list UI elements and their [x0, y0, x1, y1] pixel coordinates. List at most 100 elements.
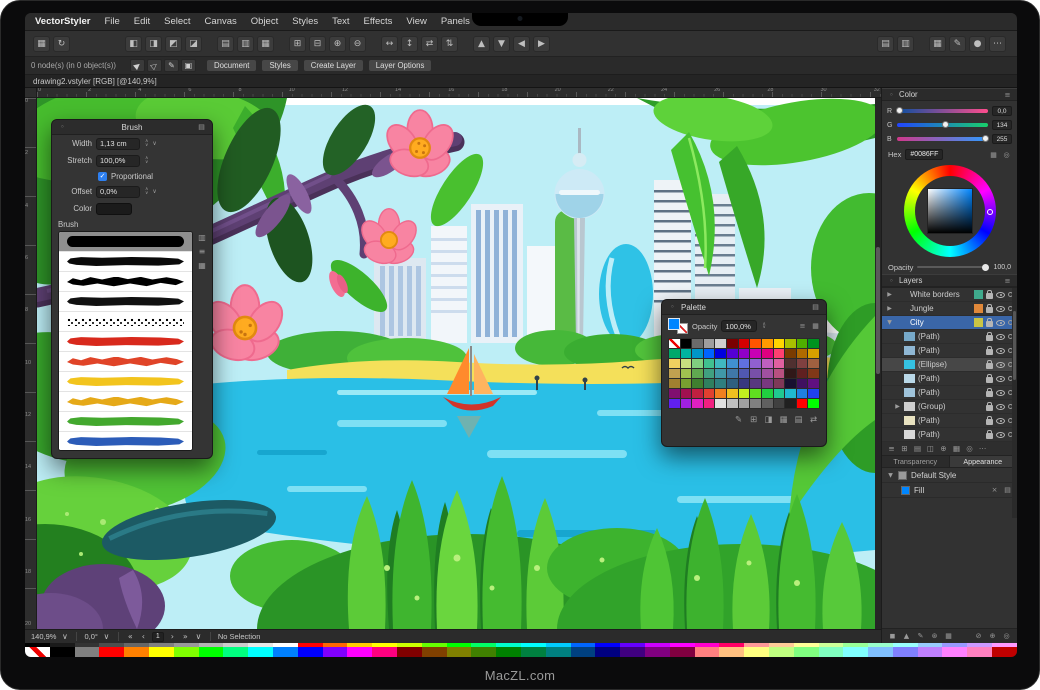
new-layer-icon[interactable]: ⊞ [900, 444, 909, 453]
lock-icon[interactable] [986, 293, 993, 299]
palette-opacity-input[interactable]: 100,0% [721, 320, 757, 332]
strip-swatch[interactable] [273, 647, 298, 657]
grid-view-icon[interactable]: ▦ [779, 415, 788, 425]
palette-swatch[interactable] [681, 339, 692, 348]
palette-swatch[interactable] [715, 399, 726, 408]
offset-input[interactable]: 0,0% [96, 186, 140, 198]
palette-swatch[interactable] [762, 399, 773, 408]
palette-swatch[interactable] [808, 399, 819, 408]
flip-vertical-icon[interactable]: ↕ [401, 36, 418, 52]
brush-color-swatch[interactable] [96, 203, 132, 215]
flatten-icon[interactable]: ▤ [913, 444, 922, 453]
strip-swatch[interactable] [99, 647, 124, 657]
lock-icon[interactable] [986, 391, 993, 397]
palette-swatch[interactable] [704, 389, 715, 398]
brush-list-item[interactable] [59, 252, 192, 272]
union-icon[interactable]: ⊕ [329, 36, 346, 52]
layer-row[interactable]: (Path) [882, 372, 1017, 386]
palette-swatch[interactable] [669, 359, 680, 368]
app-menu[interactable]: VectorStyler [35, 16, 90, 27]
layer-row[interactable]: (Path) [882, 330, 1017, 344]
add-style-icon[interactable]: ⊕ [988, 632, 997, 640]
zoom-caret-icon[interactable]: ∨ [60, 632, 69, 641]
palette-swatch[interactable] [797, 359, 808, 368]
menu-item[interactable]: File [98, 15, 125, 28]
palette-swatch[interactable] [808, 359, 819, 368]
slider-knob[interactable] [942, 121, 949, 128]
align-right-icon[interactable]: ◨ [145, 36, 162, 52]
visibility-icon[interactable] [996, 362, 1005, 368]
palette-swatch[interactable] [797, 399, 808, 408]
strip-swatch[interactable] [843, 647, 868, 657]
strip-swatch[interactable] [75, 647, 100, 657]
layer-name[interactable]: (Path) [918, 430, 971, 439]
palette-swatch[interactable] [797, 389, 808, 398]
palette-swatch[interactable] [692, 369, 703, 378]
target-style-icon[interactable]: ◎ [1002, 632, 1011, 640]
vertical-ruler[interactable]: 02468101214161820 [25, 98, 37, 629]
tab-transparency[interactable]: Transparency [882, 456, 950, 467]
palette-swatch[interactable] [704, 359, 715, 368]
opacity-knob[interactable] [982, 264, 989, 271]
panel-dot-icon[interactable]: ◦ [887, 277, 896, 285]
lock-icon[interactable] [986, 321, 993, 327]
opacity-slider[interactable] [917, 266, 989, 268]
record-icon[interactable]: ● [969, 36, 986, 52]
panel-dot-icon[interactable]: ◦ [58, 123, 67, 131]
brush-list-item[interactable] [59, 272, 192, 292]
layer-color-swatch[interactable] [974, 430, 983, 439]
hex-value-input[interactable]: #0086FF [905, 149, 943, 160]
palette-swatch[interactable] [797, 369, 808, 378]
saturation-square[interactable] [927, 188, 973, 234]
duplicate-icon[interactable]: ◫ [926, 444, 935, 453]
palette-swatch[interactable] [715, 359, 726, 368]
refresh-icon[interactable]: ↻ [53, 36, 70, 52]
palette-swatch[interactable] [669, 349, 680, 358]
palette-swatch[interactable] [669, 379, 680, 388]
strip-swatch[interactable] [595, 647, 620, 657]
frame-tool-icon[interactable]: ▣ [181, 59, 196, 72]
brush-panel-header[interactable]: ◦ Brush ▤ [52, 120, 212, 135]
layer-color-swatch[interactable] [974, 318, 983, 327]
palette-swatch[interactable] [715, 389, 726, 398]
palette-swatch[interactable] [762, 379, 773, 388]
palette-swatch[interactable] [727, 349, 738, 358]
palette-swatch[interactable] [739, 349, 750, 358]
add-object-icon[interactable]: ⊕ [939, 444, 948, 453]
fill-swatch[interactable] [668, 318, 680, 330]
strip-swatch[interactable] [942, 647, 967, 657]
ruler-origin[interactable] [25, 88, 37, 98]
strip-swatch[interactable] [744, 647, 769, 657]
zoom-level[interactable]: 140,9% [31, 632, 56, 641]
strip-swatch[interactable] [199, 647, 224, 657]
layer-color-swatch[interactable] [974, 360, 983, 369]
palette-swatch[interactable] [797, 339, 808, 348]
lock-icon[interactable] [986, 349, 993, 355]
panel-dot-icon[interactable]: ◦ [668, 303, 677, 311]
layer-color-swatch[interactable] [974, 304, 983, 313]
effects-icon[interactable]: ✎ [916, 632, 925, 640]
width-input[interactable]: 1,13 cm [96, 138, 140, 150]
palette-swatch[interactable] [750, 389, 761, 398]
palette-swatch[interactable] [669, 369, 680, 378]
palette-swatch[interactable] [692, 379, 703, 388]
strip-swatch[interactable] [571, 647, 596, 657]
proportional-checkbox[interactable]: ✓ [98, 172, 107, 181]
layer-name[interactable]: (Ellipse) [918, 360, 971, 369]
fill-row[interactable]: Fill × ▤ [882, 483, 1017, 498]
visibility-icon[interactable] [996, 320, 1005, 326]
panel-dot-icon[interactable]: ◦ [887, 91, 896, 99]
palette-swatch[interactable] [739, 389, 750, 398]
canvas-vertical-scrollbar[interactable] [875, 98, 881, 629]
strip-swatch[interactable] [794, 647, 819, 657]
menu-item[interactable]: Canvas [199, 15, 243, 28]
page-caret-icon[interactable]: ∨ [194, 632, 203, 641]
layers-more-icon[interactable]: ⋯ [978, 444, 987, 453]
layer-name[interactable]: (Path) [918, 374, 971, 383]
panel-menu-icon[interactable]: ▤ [197, 123, 206, 131]
align-bottom-icon[interactable]: ◪ [185, 36, 202, 52]
strip-swatch[interactable] [50, 647, 75, 657]
palette-swatch[interactable] [774, 349, 785, 358]
isolate-icon[interactable]: ◎ [965, 444, 974, 453]
strip-swatch[interactable] [918, 647, 943, 657]
